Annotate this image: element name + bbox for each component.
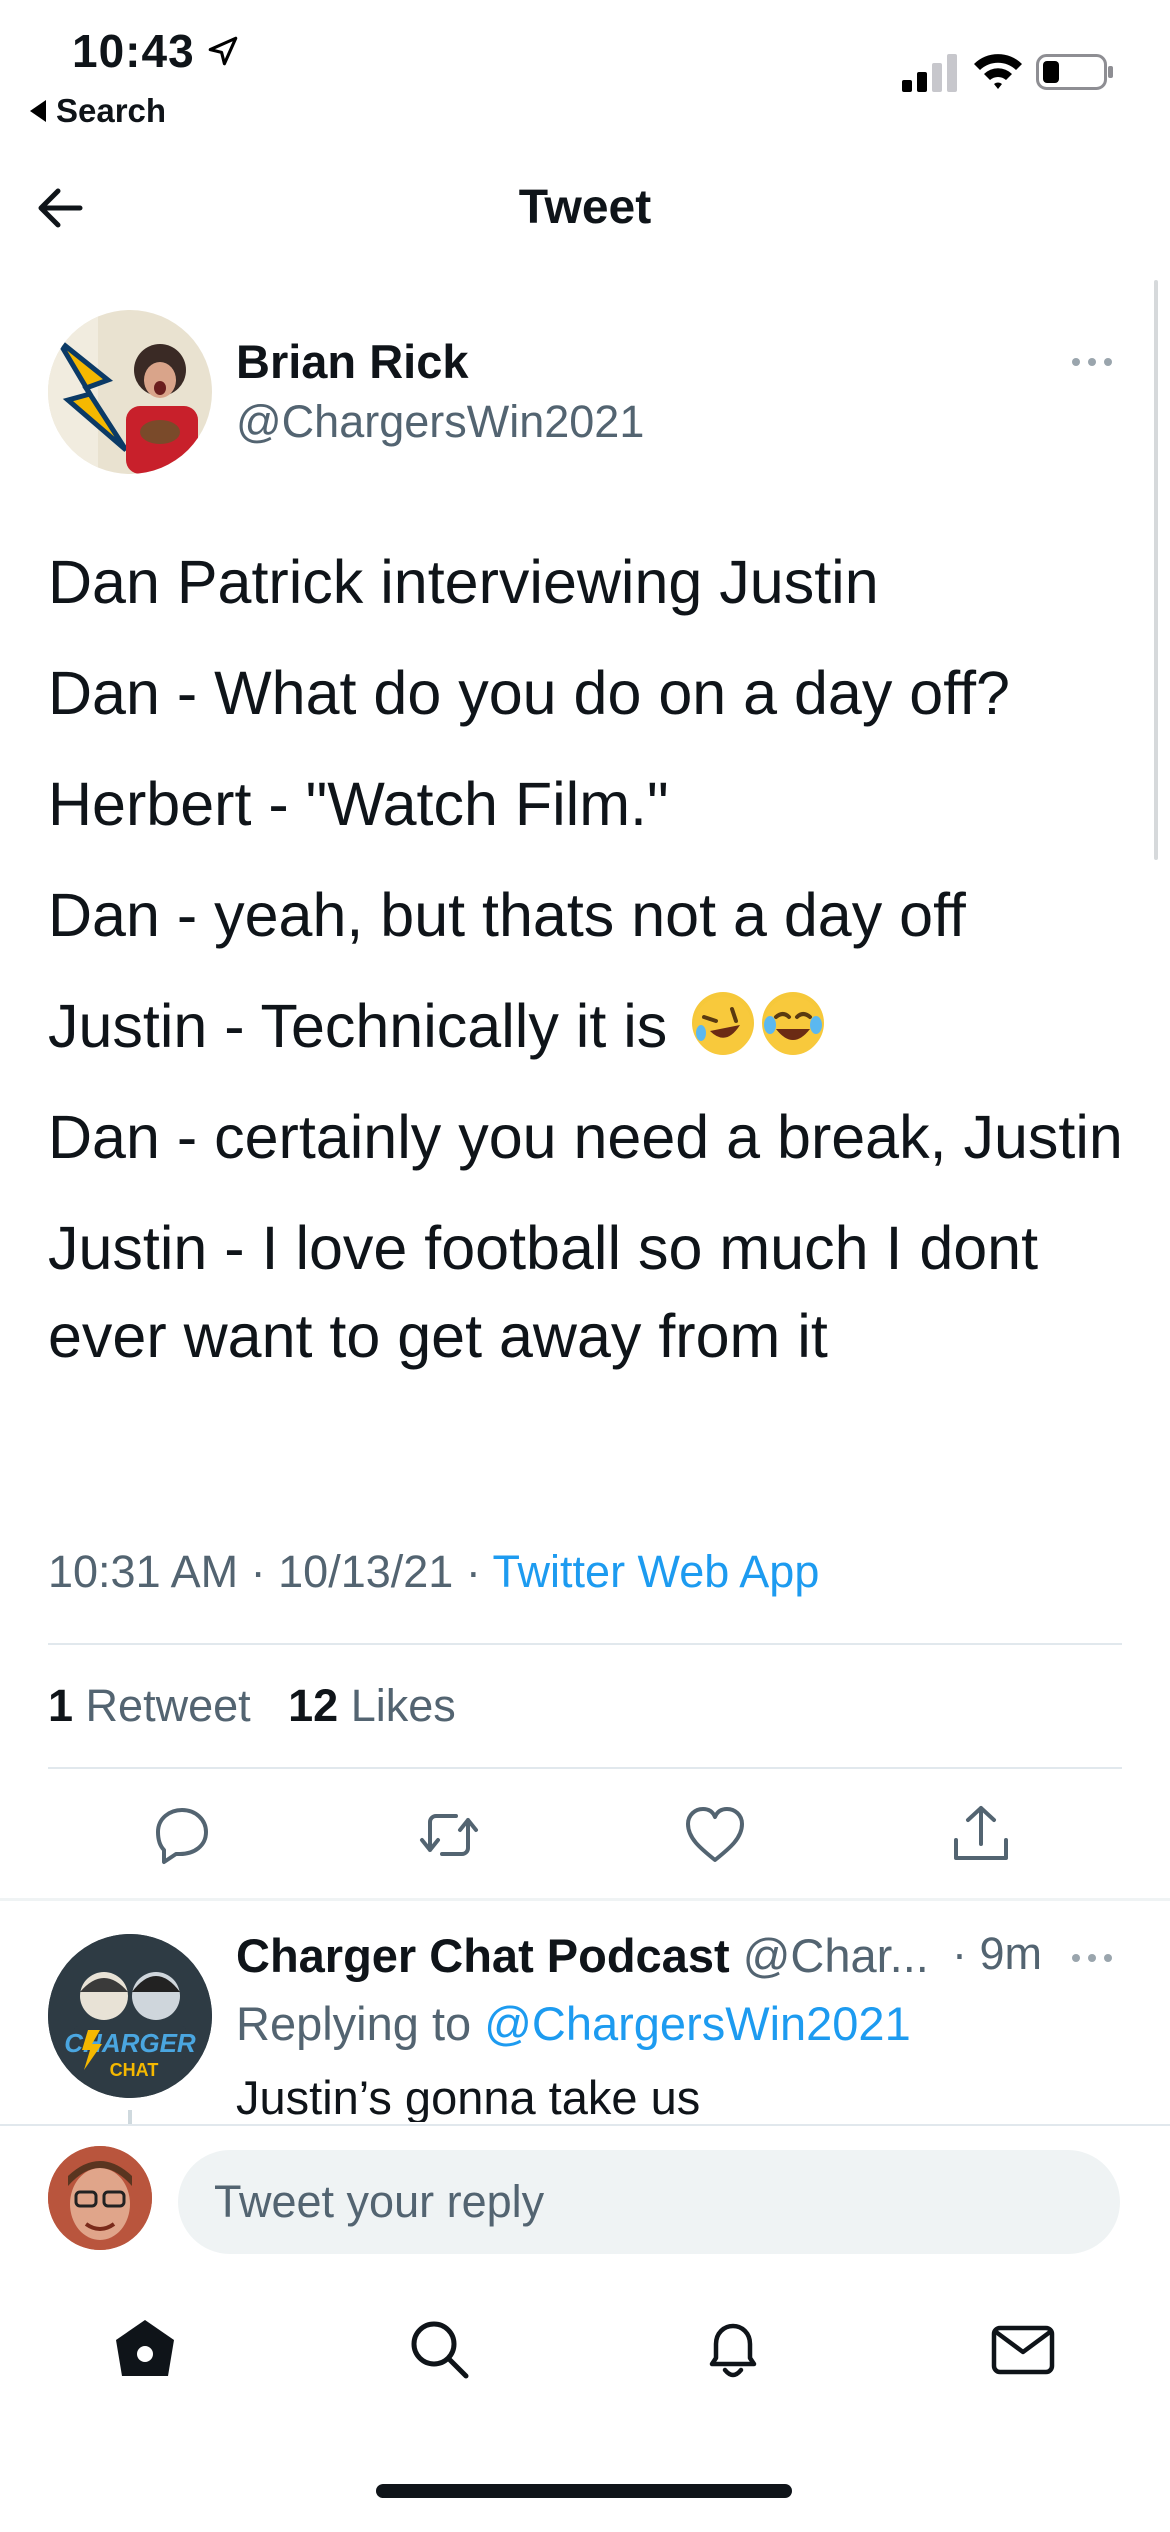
tweet-stats: 1 Retweet 12 Likes <box>48 1680 456 1732</box>
replying-to-prefix: Replying to <box>236 1997 472 2050</box>
tweet-time: 10:31 AM <box>48 1546 239 1597</box>
tweet-date: 10/13/21 <box>278 1546 454 1597</box>
replying-to-handle-link[interactable]: @ChargersWin2021 <box>484 1997 911 2050</box>
home-indicator[interactable] <box>376 2484 792 2498</box>
cellular-signal-icon <box>902 54 957 92</box>
current-user-avatar[interactable] <box>48 2146 152 2250</box>
author-handle[interactable]: @ChargersWin2021 <box>236 396 644 448</box>
reply-input[interactable]: Tweet your reply <box>178 2150 1120 2254</box>
reply-author-handle[interactable]: @Char... <box>743 1929 929 1982</box>
tweet-line-with-emoji: Justin - Technically it is <box>48 982 1128 1070</box>
tweet-source-link[interactable]: Twitter Web App <box>493 1546 820 1597</box>
page-title: Tweet <box>518 181 652 234</box>
svg-text:CHAT: CHAT <box>110 2060 159 2080</box>
reply-time: · 9m <box>952 1928 1042 1979</box>
share-icon[interactable] <box>946 1800 1016 1870</box>
tweet-text: Dan Patrick interviewing Justin Dan - Wh… <box>48 538 1128 1403</box>
likes-label: Likes <box>350 1680 456 1731</box>
reply-text: Justin’s gonna take us <box>236 2071 701 2122</box>
likes-stat[interactable]: 12 Likes <box>288 1680 456 1731</box>
home-icon[interactable] <box>110 2314 180 2384</box>
likes-count: 12 <box>288 1680 339 1731</box>
scrollbar[interactable] <box>1154 280 1158 860</box>
location-arrow-icon <box>208 36 238 66</box>
battery-icon <box>1036 54 1113 90</box>
retweets-count: 1 <box>48 1680 74 1731</box>
divider <box>48 1643 1122 1645</box>
rolling-on-floor-laughing-emoji-icon <box>692 992 755 1055</box>
back-to-search-link[interactable]: Search <box>30 92 166 130</box>
tweet-line: Dan - yeah, but thats not a day off <box>48 881 966 949</box>
tweet-line: Justin - I love football so much I dont … <box>48 1214 1039 1370</box>
tweet-meta: 10:31 AM · 10/13/21 · Twitter Web App <box>48 1546 819 1598</box>
tweet-line: Dan - certainly you need a break, Justin <box>48 1103 1123 1171</box>
tears-of-joy-emoji-icon <box>762 992 825 1055</box>
retweets-label: Retweet <box>85 1680 251 1731</box>
author-name[interactable]: Brian Rick <box>236 334 468 389</box>
back-to-search-label: Search <box>56 92 167 129</box>
reply-author-name[interactable]: Charger Chat Podcast <box>236 1929 730 1982</box>
separator: · <box>465 1546 493 1597</box>
wifi-icon <box>974 54 1022 89</box>
back-triangle-icon <box>30 100 46 122</box>
reply-icon[interactable] <box>146 1800 216 1870</box>
retweet-icon[interactable] <box>414 1800 484 1870</box>
notifications-icon[interactable] <box>698 2314 768 2384</box>
reply-more-options-icon[interactable] <box>1068 1948 1116 1968</box>
compose-divider <box>0 2124 1170 2126</box>
reply-author-avatar[interactable]: CHARGER CHAT <box>48 1934 212 2098</box>
svg-text:CHARGER: CHARGER <box>64 2028 196 2058</box>
search-icon[interactable] <box>404 2314 474 2384</box>
tweet-line: Dan Patrick interviewing Justin <box>48 548 879 616</box>
messages-icon[interactable] <box>988 2314 1058 2384</box>
tweet-line: Dan - What do you do on a day off? <box>48 659 1010 727</box>
separator: · <box>250 1546 279 1597</box>
status-time: 10:43 <box>72 25 195 77</box>
like-icon[interactable] <box>680 1800 750 1870</box>
divider <box>48 1767 1122 1769</box>
retweets-stat[interactable]: 1 Retweet <box>48 1680 251 1731</box>
replying-to: Replying to @ChargersWin2021 <box>236 1996 911 2051</box>
tweet-line: Herbert - "Watch Film." <box>48 770 669 838</box>
section-divider <box>0 1898 1170 1901</box>
reply-input-placeholder: Tweet your reply <box>214 2176 545 2227</box>
more-options-icon[interactable] <box>1068 352 1116 372</box>
tweet-line: Justin - Technically it is <box>48 992 668 1060</box>
author-avatar[interactable] <box>48 310 212 474</box>
